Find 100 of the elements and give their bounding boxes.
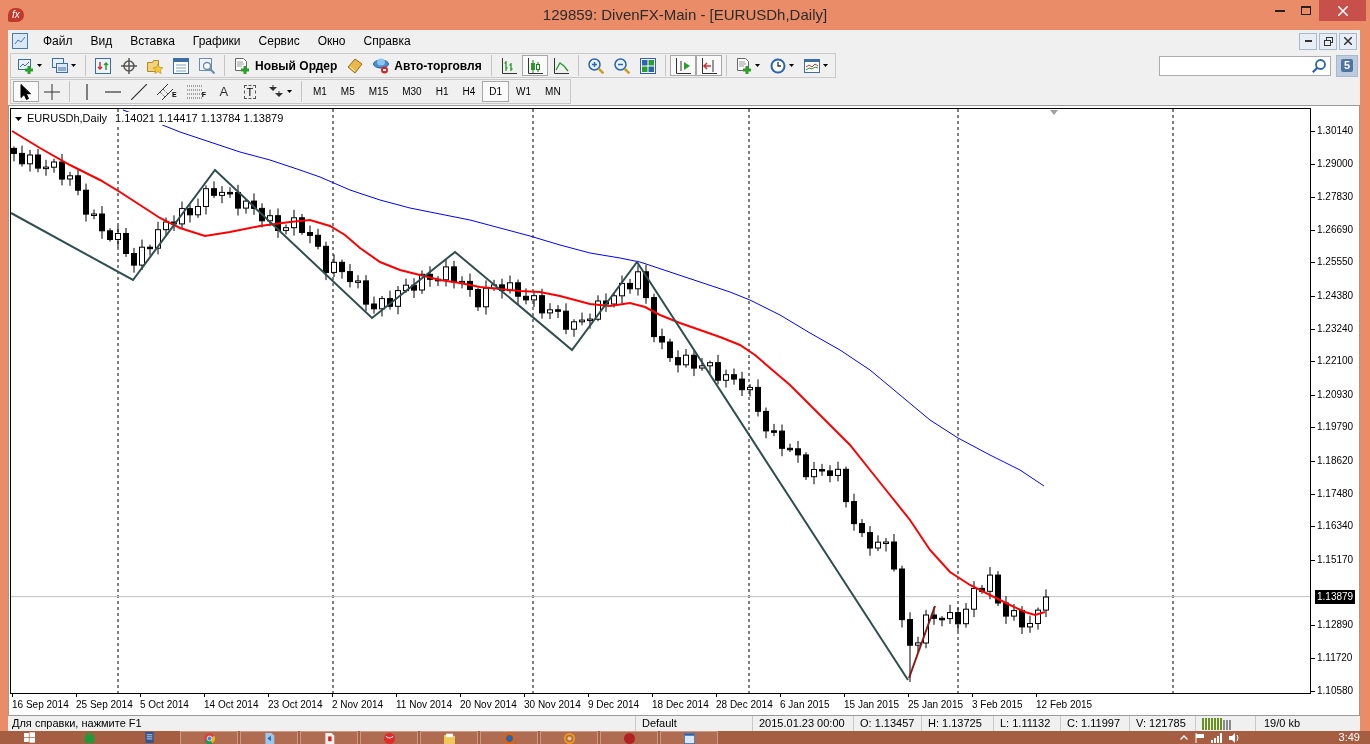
- chevron-up-icon: [1179, 735, 1188, 740]
- new-order-button[interactable]: Новый Ордер: [229, 55, 343, 76]
- chart-shift-button[interactable]: [669, 55, 696, 76]
- timeframe-tab[interactable]: M5: [333, 81, 362, 102]
- circle-icon: [623, 733, 635, 744]
- auto-scroll-button[interactable]: [695, 55, 722, 76]
- search-field[interactable]: [1159, 55, 1331, 76]
- timeframe-tab[interactable]: M15: [361, 81, 396, 102]
- date-label: 25 Sep 2014: [76, 698, 133, 712]
- price-label: 1.23240: [1317, 321, 1354, 336]
- chat-button[interactable]: 5: [1336, 54, 1358, 77]
- price-label: 1.22100: [1317, 354, 1354, 369]
- taskbar-button[interactable]: [660, 731, 718, 744]
- arrow-cursor-icon: [18, 83, 34, 100]
- arrow-marks-icon: [267, 83, 284, 100]
- minimize-button[interactable]: [1299, 32, 1317, 50]
- date-label: 25 Jan 2015: [908, 698, 964, 712]
- date-label: 30 Nov 2014: [524, 698, 581, 712]
- price-label: 1.29000: [1317, 156, 1354, 171]
- taskbar-button[interactable]: [300, 731, 358, 744]
- flag-icon: [1194, 732, 1204, 743]
- auto-trading-button[interactable]: Авто-торговля: [368, 55, 487, 76]
- menu-item[interactable]: Вид: [81, 32, 122, 50]
- bar-chart-icon: [500, 57, 517, 74]
- date-label: 2 Nov 2014: [332, 698, 384, 712]
- price-label: 1.24380: [1317, 288, 1354, 303]
- chart-symbol: EURUSDh,Daily: [27, 112, 108, 125]
- vertical-line-icon: [86, 83, 88, 100]
- page-arrow-icon: [263, 733, 275, 744]
- timeframe-tab[interactable]: H1: [428, 81, 456, 102]
- dotted-lines-icon: [186, 83, 203, 100]
- ball-icon: [203, 733, 215, 744]
- hat-stop-icon: [373, 57, 390, 74]
- crosshair-icon: [44, 83, 60, 100]
- timeframe-tab[interactable]: W1: [509, 81, 539, 102]
- date-label: 16 Sep 2014: [12, 698, 69, 712]
- close-button[interactable]: [1339, 32, 1357, 50]
- date-label: 14 Oct 2014: [204, 698, 259, 712]
- cursor-tool-button[interactable]: [13, 81, 39, 102]
- candlestick-chart-button[interactable]: [521, 55, 548, 76]
- diagonal-line-icon: [131, 83, 147, 100]
- date-label: 9 Dec 2014: [588, 698, 640, 712]
- price-label: 1.27830: [1317, 190, 1354, 205]
- taskbar-button[interactable]: [420, 731, 478, 744]
- timeframe-tab[interactable]: MN: [538, 81, 568, 102]
- date-label: 23 Oct 2014: [268, 698, 323, 712]
- current-price-label: 1.13879: [1315, 589, 1356, 604]
- maximize-icon: [1301, 6, 1311, 15]
- restore-icon: [1323, 36, 1333, 46]
- date-label: 3 Feb 2015: [972, 698, 1023, 712]
- parallel-lines-icon: [157, 83, 173, 100]
- page-icon: [323, 733, 335, 744]
- window-arrows-icon: [95, 57, 111, 74]
- line-chart-icon: [552, 57, 569, 74]
- crosshair-circle-icon: [121, 57, 137, 74]
- diamond-tile-icon: [347, 57, 364, 74]
- price-label: 1.25550: [1317, 255, 1354, 270]
- text-tool-button[interactable]: A: [210, 81, 237, 102]
- window-list-icon: [173, 57, 189, 74]
- caret-icon: [15, 116, 22, 121]
- menu-item[interactable]: Сервис: [249, 32, 309, 50]
- date-label: 20 Nov 2014: [460, 698, 517, 712]
- chart-shift-marker-icon: [1050, 110, 1058, 115]
- chart-window-icon: [12, 33, 28, 49]
- app-logo: fx: [8, 8, 24, 22]
- price-label: 1.26690: [1317, 222, 1354, 237]
- text-label-button[interactable]: T: [236, 81, 263, 102]
- menu-item[interactable]: Файл: [34, 32, 82, 50]
- folder-star-icon: [147, 57, 163, 74]
- axis-arrow-icon: [700, 57, 717, 74]
- window-icon: [683, 733, 695, 744]
- taskbar-button[interactable]: [600, 731, 658, 744]
- candlestick-icon: [526, 57, 543, 74]
- tiles-icon: [639, 57, 656, 74]
- help-text: Для справки, нажмите F1: [11, 716, 143, 731]
- stacked-windows-icon: [52, 57, 68, 74]
- date-label: 18 Dec 2014: [652, 698, 709, 712]
- menu-item[interactable]: Окно: [308, 32, 355, 50]
- disc-icon: [503, 733, 515, 744]
- menu-item[interactable]: Вставка: [121, 32, 184, 50]
- search-icon: [1312, 58, 1326, 73]
- axis-triangle-icon: [674, 57, 691, 74]
- chart-ohlc-values: 1.14021 1.14417 1.13784 1.13879: [115, 112, 284, 125]
- clock-time: 3:49: [1338, 731, 1360, 744]
- price-label: 1.20930: [1317, 387, 1354, 402]
- timeframe-tab[interactable]: D1: [482, 81, 510, 102]
- price-label: 1.16340: [1317, 519, 1354, 534]
- connection-bars-icon: [1202, 717, 1231, 730]
- price-label: 1.19790: [1317, 420, 1354, 435]
- timeframe-tab[interactable]: H4: [455, 81, 483, 102]
- signal-bars-icon: [1210, 732, 1222, 743]
- menu-item[interactable]: Справка: [354, 32, 420, 50]
- date-label: 28 Dec 2014: [716, 698, 773, 712]
- bag-icon: [83, 732, 95, 743]
- date-label: 5 Oct 2014: [140, 698, 189, 712]
- timeframe-tab[interactable]: M30: [395, 81, 429, 102]
- menu-item[interactable]: Графики: [183, 32, 250, 50]
- restore-button[interactable]: [1319, 32, 1337, 50]
- date-label: 6 Jan 2015: [780, 698, 830, 712]
- timeframe-tab[interactable]: M1: [305, 81, 334, 102]
